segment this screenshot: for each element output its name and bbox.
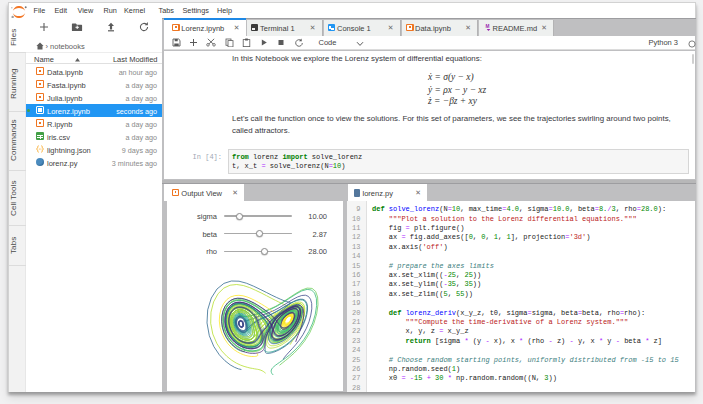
svg-text:M: M [485, 24, 489, 29]
